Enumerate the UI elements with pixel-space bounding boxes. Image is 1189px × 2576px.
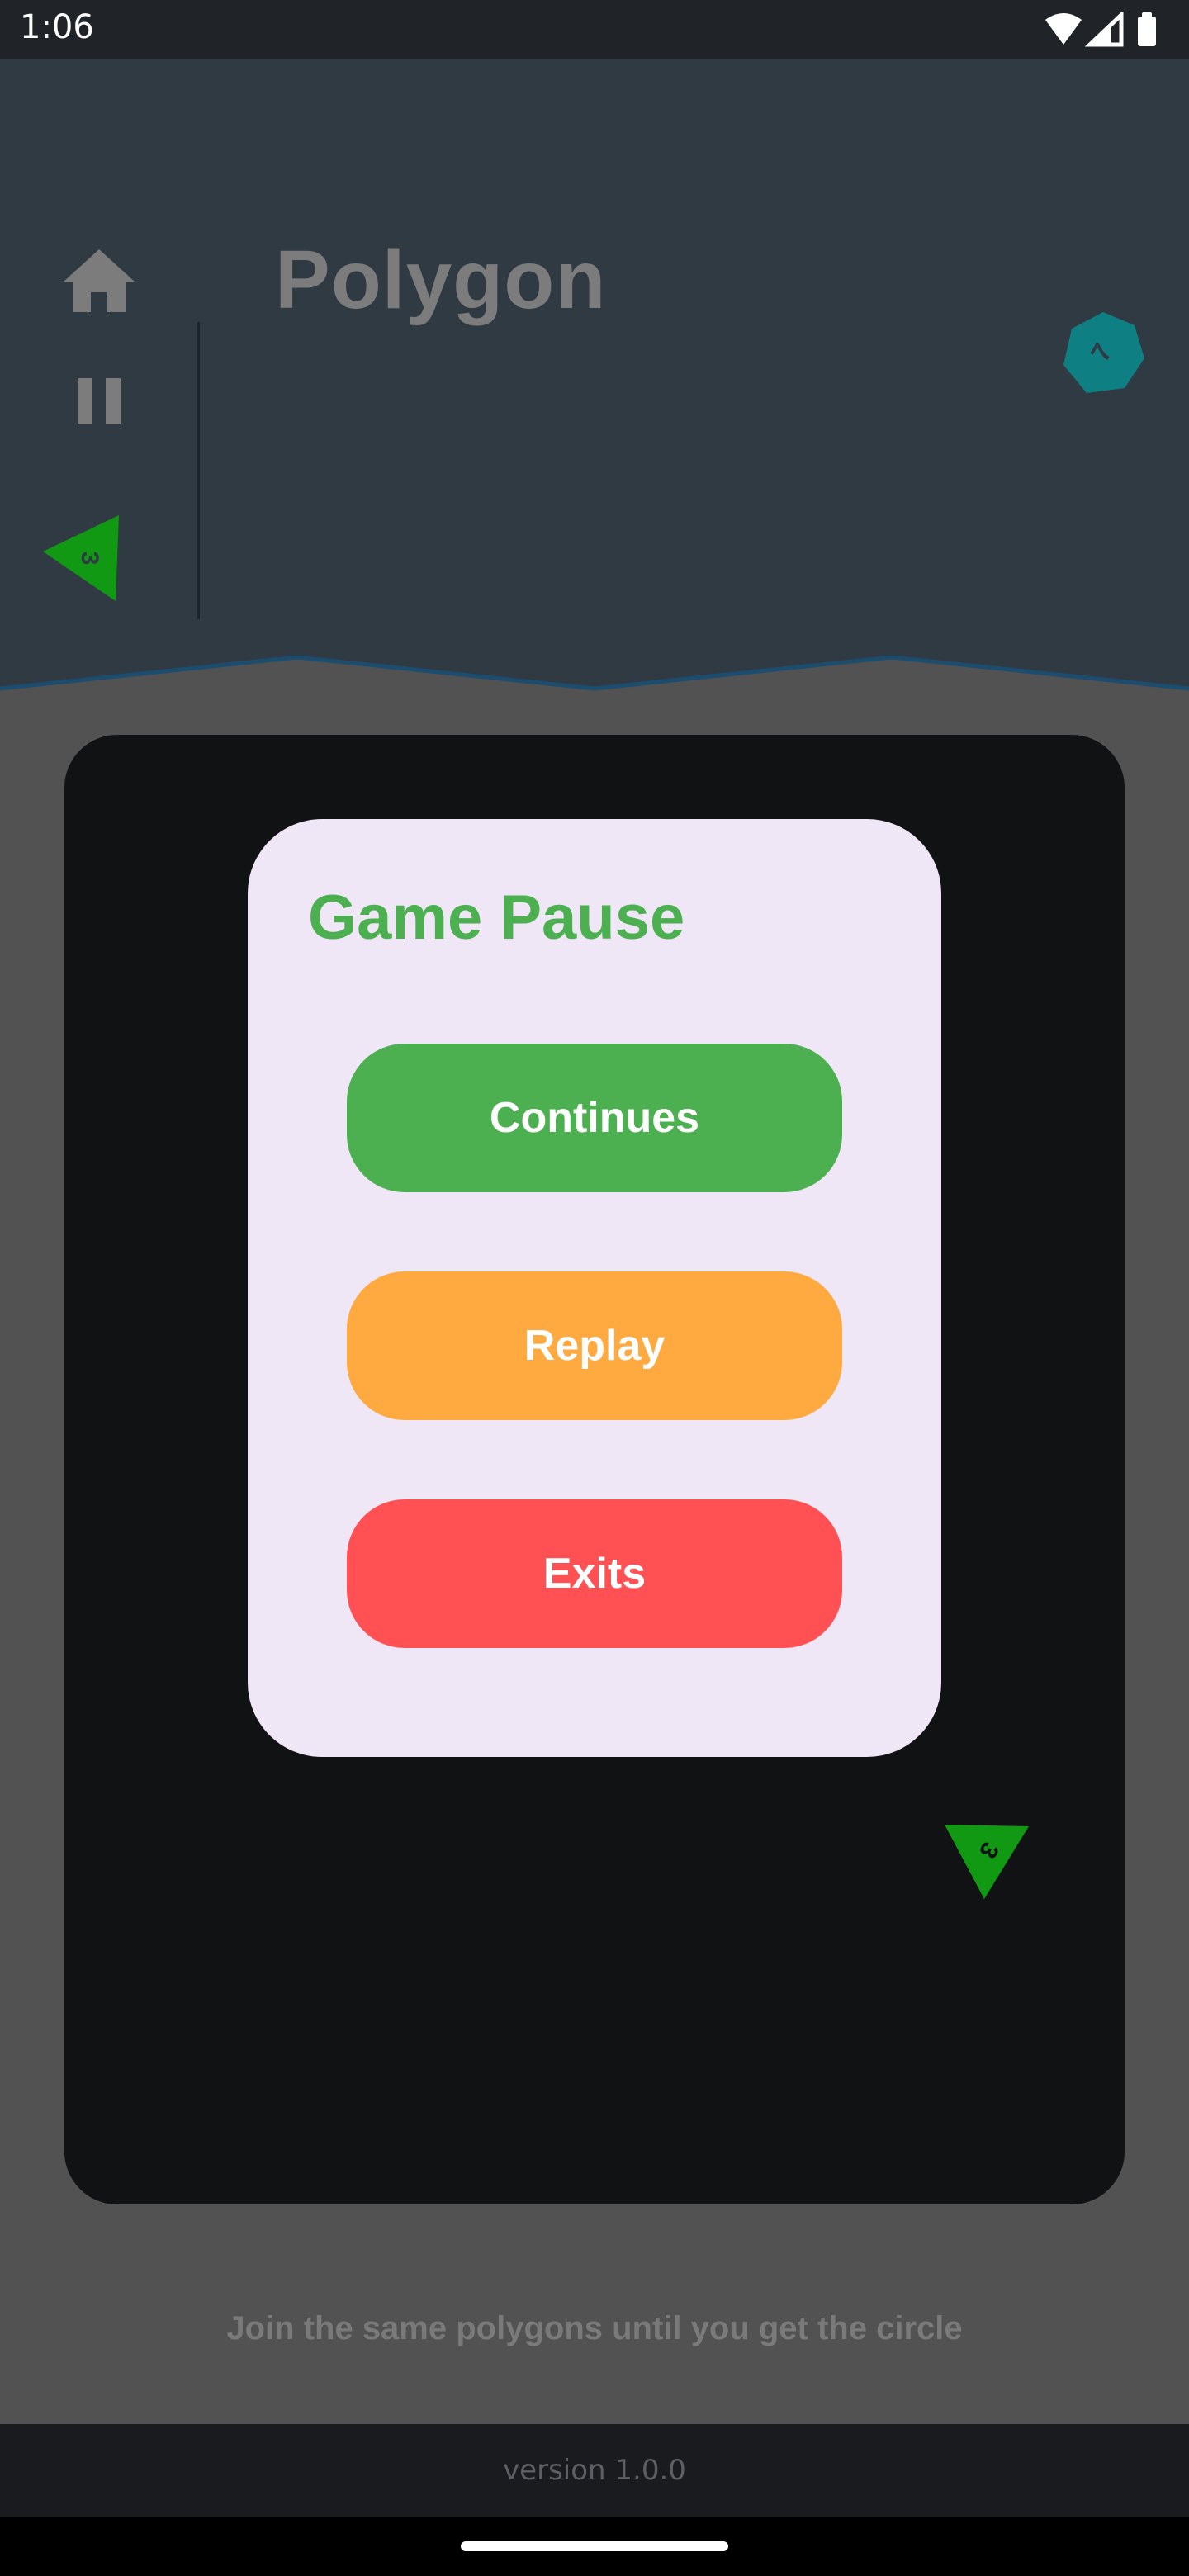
status-time: 1:06 (20, 8, 94, 46)
triangle-piece[interactable]: 3 (36, 505, 127, 604)
header-wave (0, 636, 1189, 695)
battery-icon (1138, 12, 1156, 46)
status-bar (0, 0, 1189, 59)
game-title: Polygon (275, 234, 607, 326)
header-divider (197, 322, 200, 619)
triangle-piece[interactable]: 3 (941, 1821, 1032, 1904)
exit-button[interactable]: Exits (347, 1499, 842, 1648)
pause-icon[interactable] (66, 368, 132, 434)
continue-button[interactable]: Continues (347, 1044, 842, 1192)
replay-button[interactable]: Replay (347, 1271, 842, 1420)
home-icon[interactable] (59, 246, 139, 315)
home-indicator[interactable] (461, 2541, 728, 2551)
piece-label: 3 (76, 552, 103, 566)
pause-dialog-title: Game Pause (308, 883, 685, 953)
game-header (0, 59, 1189, 695)
heptagon-piece[interactable]: 7 (1057, 307, 1148, 398)
version-label: version 1.0.0 (503, 2454, 686, 2487)
hint-text: Join the same polygons until you get the… (226, 2310, 963, 2346)
wifi-icon (1045, 13, 1082, 45)
status-icons (1045, 12, 1156, 47)
